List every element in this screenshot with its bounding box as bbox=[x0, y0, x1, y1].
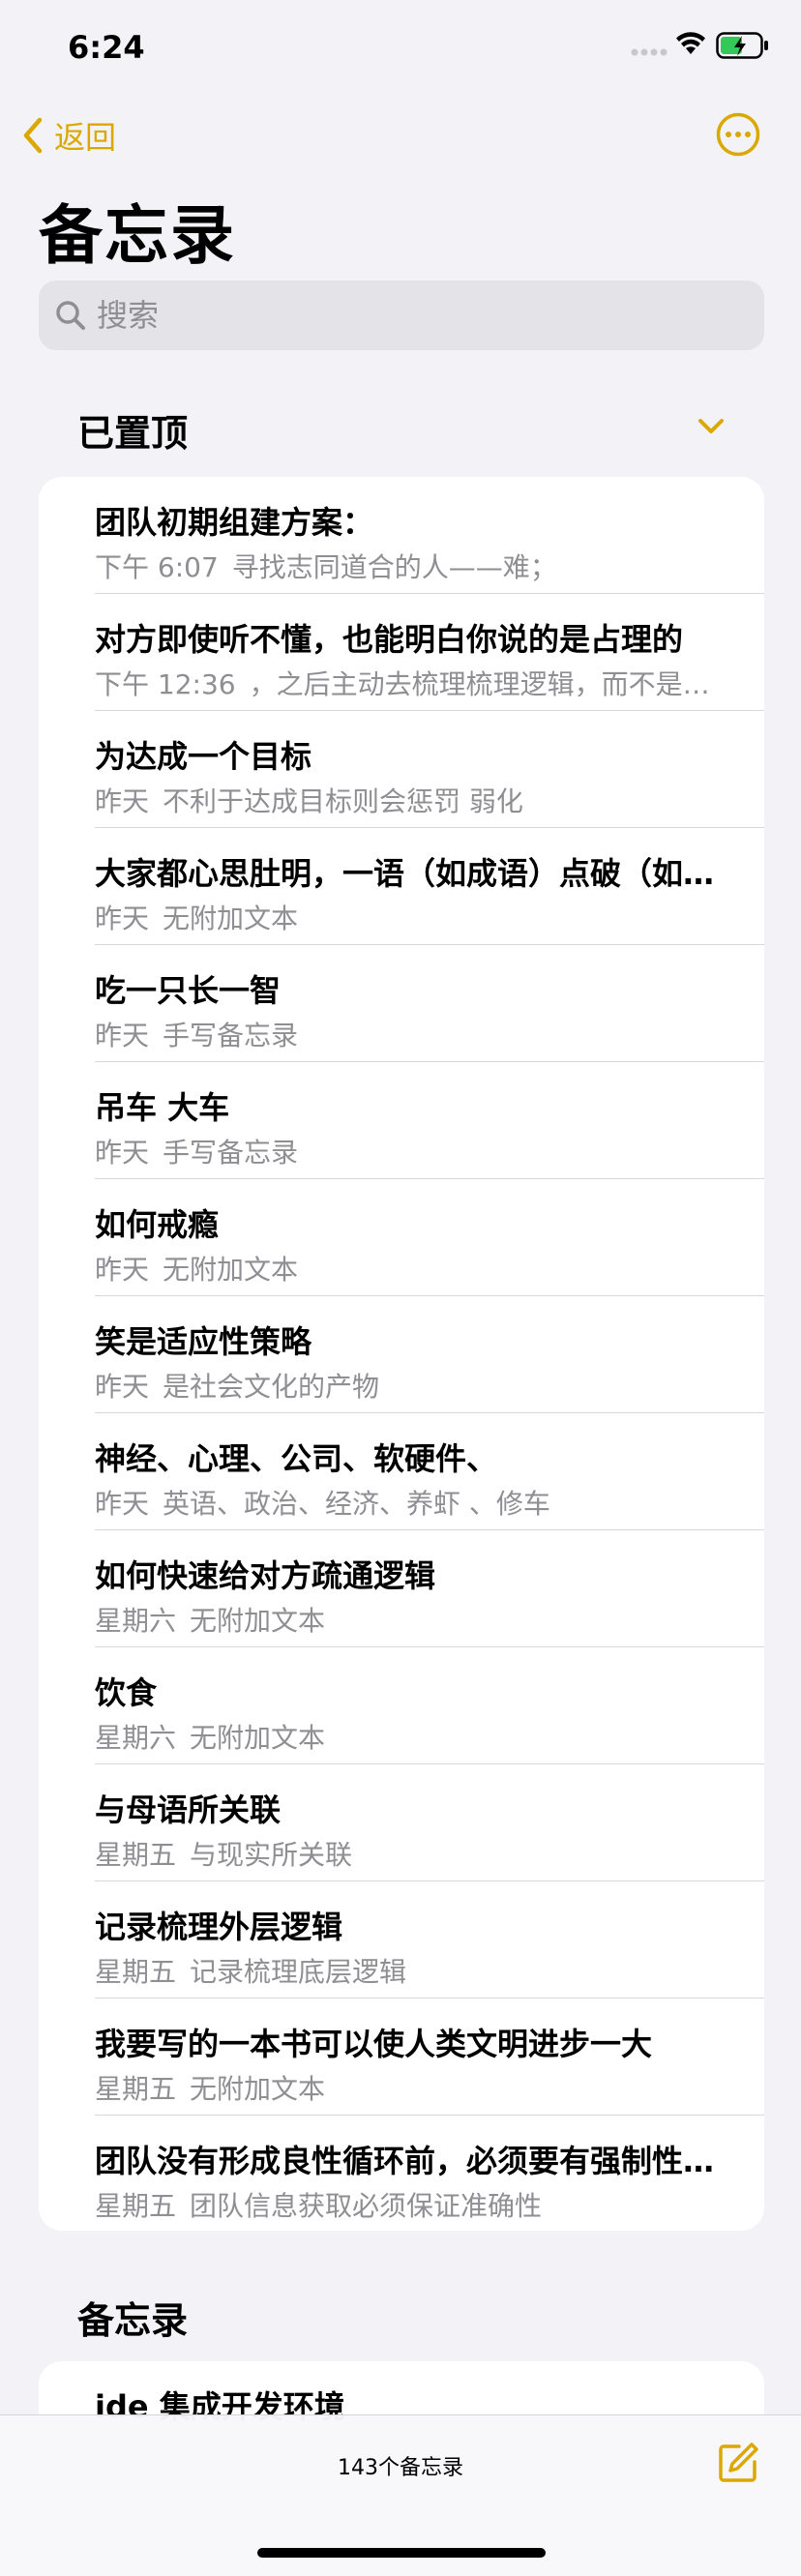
note-row[interactable]: 吃一只长一智 昨天 手写备忘录 bbox=[39, 945, 764, 1062]
note-date: 星期五 bbox=[95, 2190, 177, 2222]
note-row[interactable]: 我要写的一本书可以使人类文明进步一大 星期五 无附加文本 bbox=[39, 1999, 764, 2116]
note-preview: 与现实所关联 bbox=[190, 1839, 353, 1871]
note-title: 为达成一个目标 bbox=[95, 738, 312, 775]
note-preview: 英语、政治、经济、养虾 、修车 bbox=[163, 1488, 550, 1520]
note-date: 昨天 bbox=[95, 1137, 150, 1169]
note-row[interactable]: 对方即使听不懂，也能明白你说的是占理的 下午 12:36 ，之后主动去梳理梳理逻辑… bbox=[39, 594, 764, 711]
home-indicator bbox=[257, 2548, 546, 2558]
note-date: 星期五 bbox=[95, 1839, 177, 1871]
note-title: 吊车 大车 bbox=[95, 1089, 230, 1126]
note-row[interactable]: 与母语所关联 星期五 与现实所关联 bbox=[39, 1764, 764, 1881]
note-title: 记录梳理外层逻辑 bbox=[95, 1909, 343, 1945]
note-date: 昨天 bbox=[95, 1488, 150, 1520]
note-title: 大家都心思肚明，一语（如成语）点破（如成语） bbox=[95, 855, 731, 892]
search-input[interactable] bbox=[97, 286, 716, 344]
pinned-section-header: 已置顶 bbox=[77, 412, 189, 455]
compose-icon[interactable] bbox=[716, 2441, 760, 2485]
note-date: 昨天 bbox=[95, 1254, 150, 1286]
note-date: 下午 12:36 bbox=[95, 668, 236, 700]
back-label: 返回 bbox=[54, 119, 117, 156]
note-row[interactable]: 吊车 大车 昨天 手写备忘录 bbox=[39, 1062, 764, 1179]
note-title: 团队初期组建方案： bbox=[95, 504, 374, 541]
note-title: 吃一只长一智 bbox=[95, 972, 282, 1009]
note-row[interactable]: 笑是适应性策略 昨天 是社会文化的产物 bbox=[39, 1296, 764, 1413]
note-date: 昨天 bbox=[95, 1371, 150, 1403]
magnifier-icon bbox=[56, 301, 85, 330]
note-preview: 无附加文本 bbox=[190, 1722, 326, 1754]
chevron-left-icon bbox=[23, 117, 43, 154]
note-row[interactable]: 为达成一个目标 昨天 不利于达成目标则会惩罚 弱化 bbox=[39, 711, 764, 828]
note-date: 昨天 bbox=[95, 903, 150, 934]
note-row[interactable]: 团队没有形成良性循环前，必须要有强制性规定 星期五 团队信息获取必须保证准确性 bbox=[39, 2116, 764, 2231]
note-row[interactable]: 如何戒瘾 昨天 无附加文本 bbox=[39, 1179, 764, 1296]
note-date: 星期五 bbox=[95, 2073, 177, 2105]
note-row[interactable]: 记录梳理外层逻辑 星期五 记录梳理底层逻辑 bbox=[39, 1881, 764, 1999]
cellular-signal-icon bbox=[631, 48, 668, 56]
note-date: 星期六 bbox=[95, 1722, 177, 1754]
note-preview: ，之后主动去梳理梳理逻辑，而不是直接下结论 bbox=[249, 668, 731, 700]
note-date: 昨天 bbox=[95, 785, 150, 817]
notes-section-header: 备忘录 bbox=[77, 2299, 189, 2342]
note-preview: 手写备忘录 bbox=[163, 1137, 299, 1169]
page-title: 备忘录 bbox=[39, 198, 236, 273]
note-date: 昨天 bbox=[95, 1020, 150, 1051]
note-preview: 记录梳理底层逻辑 bbox=[190, 1956, 407, 1988]
note-title: 如何戒瘾 bbox=[95, 1206, 220, 1243]
note-title: 与母语所关联 bbox=[95, 1791, 282, 1828]
note-title: 对方即使听不懂，也能明白你说的是占理的 bbox=[95, 621, 684, 658]
note-row[interactable]: 神经、心理、公司、软硬件、 昨天 英语、政治、经济、养虾 、修车 bbox=[39, 1413, 764, 1530]
note-date: 星期五 bbox=[95, 1956, 177, 1988]
note-row[interactable]: 饮食 星期六 无附加文本 bbox=[39, 1647, 764, 1764]
note-date: 下午 6:07 bbox=[95, 551, 219, 583]
note-preview: 无附加文本 bbox=[163, 1254, 299, 1286]
note-row[interactable]: 大家都心思肚明，一语（如成语）点破（如成语） 昨天 无附加文本 bbox=[39, 828, 764, 945]
note-preview: 寻找志同道合的人——难； bbox=[231, 551, 557, 583]
status-time: 6:24 bbox=[68, 29, 145, 66]
note-row[interactable]: 如何快速给对方疏通逻辑 星期六 无附加文本 bbox=[39, 1530, 764, 1647]
note-preview: 不利于达成目标则会惩罚 弱化 bbox=[163, 785, 523, 817]
wifi-icon bbox=[676, 32, 705, 54]
status-bar: 6:24 bbox=[0, 0, 801, 97]
note-preview: 团队信息获取必须保证准确性 bbox=[190, 2190, 543, 2222]
note-title: 笑是适应性策略 bbox=[95, 1323, 312, 1360]
pinned-notes-list: 团队初期组建方案： 下午 6:07 寻找志同道合的人——难； 对方即使听不懂，也能… bbox=[39, 477, 764, 2231]
note-title: 团队没有形成良性循环前，必须要有强制性规定 bbox=[95, 2143, 731, 2179]
note-preview: 无附加文本 bbox=[190, 2073, 326, 2105]
back-button[interactable]: 返回 bbox=[21, 111, 116, 160]
note-title: 我要写的一本书可以使人类文明进步一大 bbox=[95, 2026, 653, 2062]
chevron-down-icon[interactable] bbox=[695, 414, 727, 437]
note-title: 神经、心理、公司、软硬件、 bbox=[95, 1440, 498, 1477]
note-date: 星期六 bbox=[95, 1605, 177, 1637]
ellipsis-circle-icon[interactable] bbox=[716, 112, 760, 157]
note-preview: 无附加文本 bbox=[163, 903, 299, 934]
note-row[interactable]: 团队初期组建方案： 下午 6:07 寻找志同道合的人——难； bbox=[39, 477, 764, 594]
note-title: 饮食 bbox=[95, 1674, 158, 1711]
note-count: 143个备忘录 bbox=[338, 2456, 463, 2480]
note-title: 如何快速给对方疏通逻辑 bbox=[95, 1557, 436, 1594]
note-preview: 无附加文本 bbox=[190, 1605, 326, 1637]
note-preview: 手写备忘录 bbox=[163, 1020, 299, 1051]
battery-charging-icon bbox=[716, 32, 768, 59]
note-preview: 是社会文化的产物 bbox=[163, 1371, 380, 1403]
search-bar[interactable] bbox=[39, 281, 764, 350]
